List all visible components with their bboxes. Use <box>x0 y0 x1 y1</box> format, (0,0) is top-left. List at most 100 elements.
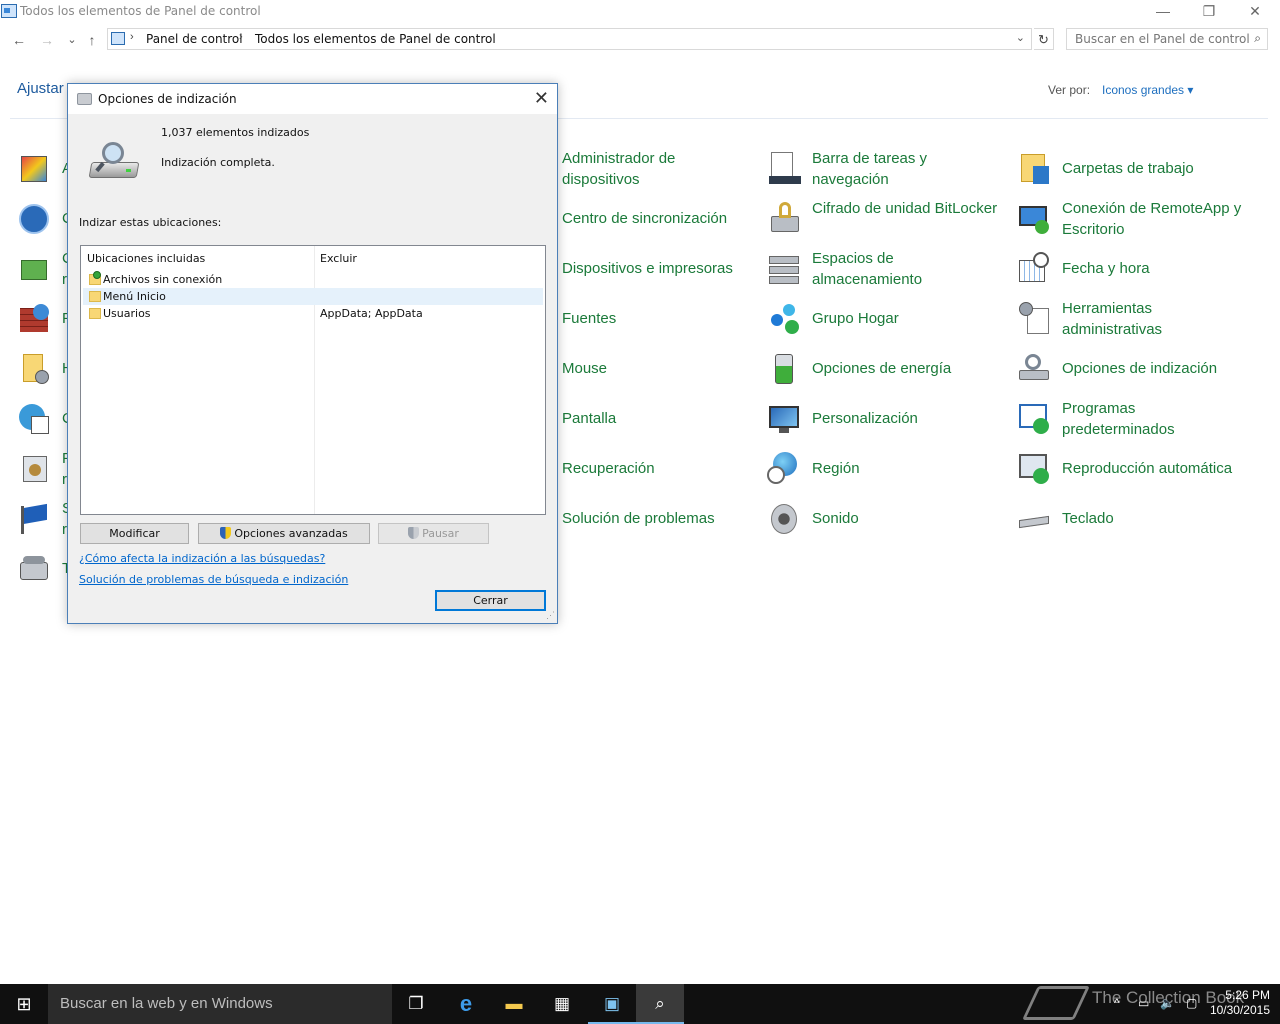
how-indexing-affects-link[interactable]: ¿Cómo afecta la indización a las búsqued… <box>79 552 325 565</box>
location-name: Usuarios <box>103 307 151 320</box>
mouse-link[interactable]: Mouse <box>562 358 607 379</box>
breadcrumb-separator[interactable]: › <box>130 31 134 43</box>
address-bar[interactable]: › Panel de control › Todos los elementos… <box>107 28 1032 50</box>
taskbar-search-input[interactable]: Buscar en la web y en Windows <box>48 984 392 1024</box>
advanced-options-button[interactable]: Opciones avanzadas <box>198 523 370 544</box>
remoteapp-icon[interactable] <box>1017 202 1051 236</box>
notifications-icon[interactable]: ▢ <box>1186 996 1197 1010</box>
network-icon[interactable]: ▭ <box>1138 996 1149 1010</box>
region-icon[interactable] <box>767 452 801 486</box>
minimize-button[interactable]: — <box>1140 0 1186 24</box>
administrative-tools-icon[interactable] <box>1017 302 1051 336</box>
view-by-dropdown[interactable]: Iconos grandes ▾ <box>1102 83 1193 97</box>
search-input[interactable]: Buscar en el Panel de control ⌕ <box>1066 28 1268 50</box>
keyboard-icon[interactable] <box>1017 502 1051 536</box>
sound-speaker-icon[interactable] <box>767 502 801 536</box>
indexing-options-icon[interactable] <box>1017 352 1051 386</box>
autoplay-icon[interactable] <box>1017 452 1051 486</box>
breadcrumb-all-items[interactable]: Todos los elementos de Panel de control <box>255 32 496 46</box>
devices-printers-link[interactable]: Dispositivos e impresoras <box>562 258 733 279</box>
power-options-icon[interactable] <box>767 352 801 386</box>
bitlocker-icon[interactable] <box>767 202 801 236</box>
backup-icon[interactable] <box>17 252 51 286</box>
refresh-icon[interactable]: ↻ <box>1034 28 1054 50</box>
tray-chevron-icon[interactable]: ^ <box>1114 996 1120 1010</box>
search-placeholder: Buscar en el Panel de control <box>1075 32 1250 46</box>
fonts-link[interactable]: Fuentes <box>562 308 616 329</box>
file-explorer-icon[interactable]: ▬ <box>490 984 538 1024</box>
bitlocker-link[interactable]: Cifrado de unidad BitLocker <box>812 198 1002 219</box>
list-item[interactable]: Usuarios AppData; AppData <box>83 305 543 322</box>
default-programs-icon[interactable] <box>1017 402 1051 436</box>
edge-icon[interactable]: e <box>442 984 490 1024</box>
forward-arrow-icon[interactable]: → <box>37 30 57 50</box>
personalization-icon[interactable] <box>767 402 801 436</box>
windows-start-icon[interactable]: ⊞ <box>0 984 48 1024</box>
breadcrumb-control-panel[interactable]: Panel de control <box>146 32 243 46</box>
power-options-link[interactable]: Opciones de energía <box>812 358 951 379</box>
ease-of-access-icon[interactable] <box>17 202 51 236</box>
close-window-button[interactable]: ✕ <box>1232 0 1278 24</box>
sound-link[interactable]: Sonido <box>812 508 859 529</box>
security-maintenance-flag-icon[interactable] <box>17 502 51 536</box>
personalization-link[interactable]: Personalización <box>812 408 918 429</box>
firewall-icon[interactable] <box>17 302 51 336</box>
file-history-icon[interactable] <box>17 352 51 386</box>
indexing-options-dialog: Opciones de indización ✕ 1,037 elementos… <box>67 83 558 624</box>
sync-center-link[interactable]: Centro de sincronización <box>562 208 727 229</box>
programs-features-icon[interactable] <box>17 452 51 486</box>
task-view-icon[interactable]: ❐ <box>392 984 440 1024</box>
internet-options-icon[interactable] <box>17 402 51 436</box>
resize-grip-icon[interactable]: ⋰ <box>546 610 555 621</box>
address-dropdown-icon[interactable]: ⌄ <box>1016 31 1025 44</box>
volume-icon[interactable]: 🔈 <box>1160 996 1175 1010</box>
region-link[interactable]: Región <box>812 458 860 479</box>
list-item[interactable]: Menú Inicio <box>83 288 543 305</box>
display-link[interactable]: Pantalla <box>562 408 616 429</box>
modify-button[interactable]: Modificar <box>80 523 189 544</box>
dialog-close-icon[interactable]: ✕ <box>534 88 549 109</box>
work-folders-icon[interactable] <box>1017 152 1051 186</box>
date-time-link[interactable]: Fecha y hora <box>1062 258 1150 279</box>
locations-list[interactable]: Ubicaciones incluidas Excluir Archivos s… <box>80 245 546 515</box>
column-header-included[interactable]: Ubicaciones incluidas <box>87 252 205 265</box>
taskbar-navigation-link[interactable]: Barra de tareas y navegación <box>812 148 1002 190</box>
maximize-button[interactable]: ❐ <box>1186 0 1232 24</box>
taskbar-navigation-icon[interactable] <box>767 152 801 186</box>
remoteapp-link[interactable]: Conexión de RemoteApp y Escritorio <box>1062 198 1262 240</box>
search-icon[interactable]: ⌕ <box>1254 31 1261 46</box>
back-arrow-icon[interactable]: ← <box>9 30 29 50</box>
troubleshooting-link[interactable]: Solución de problemas <box>562 508 715 529</box>
administrative-tools-link[interactable]: Herramientas administrativas <box>1062 298 1252 340</box>
taskbar-search-placeholder: Buscar en la web y en Windows <box>60 995 273 1012</box>
homegroup-link[interactable]: Grupo Hogar <box>812 308 899 329</box>
close-button[interactable]: Cerrar <box>435 590 546 611</box>
breadcrumb-separator[interactable]: › <box>239 31 243 43</box>
pause-button[interactable]: Pausar <box>378 523 489 544</box>
autoplay-link[interactable]: Reproducción automática <box>1062 458 1232 479</box>
taskbar-clock[interactable]: 5:26 PM 10/30/2015 <box>1210 988 1270 1018</box>
column-header-exclude[interactable]: Excluir <box>320 252 357 265</box>
troubleshoot-indexing-link[interactable]: Solución de problemas de búsqueda e indi… <box>79 573 348 586</box>
homegroup-icon[interactable] <box>767 302 801 336</box>
control-panel-taskbar-icon[interactable]: ▣ <box>588 984 636 1024</box>
phone-modem-icon[interactable] <box>17 552 51 586</box>
storage-spaces-icon[interactable] <box>767 252 801 286</box>
clock-time: 5:26 PM <box>1225 988 1270 1002</box>
up-arrow-icon[interactable]: ↑ <box>82 30 102 50</box>
work-folders-link[interactable]: Carpetas de trabajo <box>1062 158 1194 179</box>
indexing-options-taskbar-icon[interactable]: ⌕ <box>636 984 684 1024</box>
store-icon[interactable]: ▦ <box>538 984 586 1024</box>
view-by-label: Ver por: <box>1048 83 1091 97</box>
date-time-icon[interactable] <box>1017 252 1051 286</box>
recent-locations-icon[interactable]: ⌄ <box>62 30 82 50</box>
device-manager-link[interactable]: Administrador de dispositivos <box>562 148 752 190</box>
action-center-icon[interactable] <box>17 152 51 186</box>
list-item[interactable]: Archivos sin conexión <box>83 271 543 288</box>
recovery-link[interactable]: Recuperación <box>562 458 655 479</box>
keyboard-link[interactable]: Teclado <box>1062 508 1114 529</box>
storage-spaces-link[interactable]: Espacios de almacenamiento <box>812 248 1002 290</box>
default-programs-link[interactable]: Programas predeterminados <box>1062 398 1252 440</box>
indexing-options-link[interactable]: Opciones de indización <box>1062 358 1217 379</box>
watermark-book-logo <box>1022 986 1090 1020</box>
